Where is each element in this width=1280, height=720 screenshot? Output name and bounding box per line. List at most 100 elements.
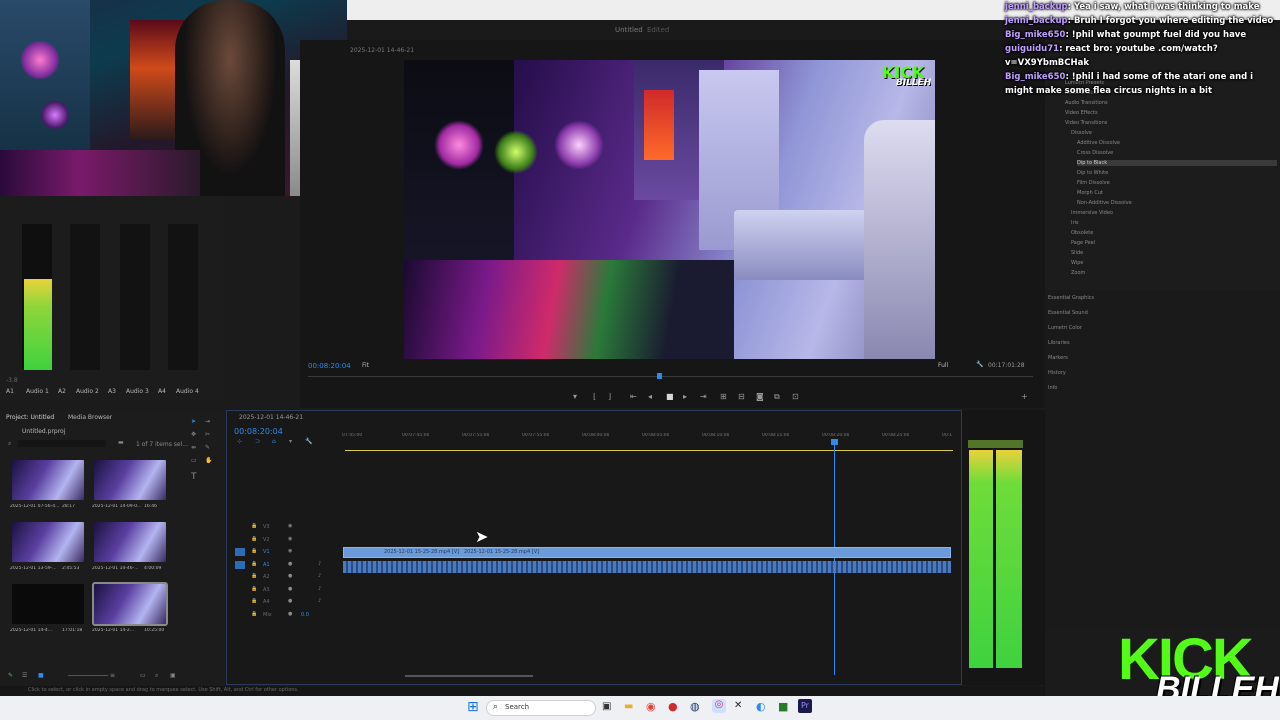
tab-project[interactable]: Project: Untitled — [6, 414, 54, 421]
panel-item[interactable]: Essential Graphics — [1048, 295, 1094, 301]
terminal-icon[interactable]: ✕ — [734, 700, 742, 711]
mute-icon[interactable]: ● — [288, 561, 292, 567]
mark-in-icon[interactable]: ⌊ — [593, 392, 596, 401]
effects-item[interactable]: Obsolete — [1071, 230, 1093, 236]
mic-icon[interactable]: ♪ — [318, 598, 321, 604]
effects-item[interactable]: Page Peel — [1071, 240, 1095, 246]
track-header[interactable]: 🔒 V3 ◉ — [233, 523, 343, 534]
list-view-icon[interactable]: ☰ — [22, 672, 27, 679]
timeline-marker-icon[interactable]: ▾ — [289, 438, 292, 445]
obs-icon[interactable]: ◎ — [712, 699, 726, 713]
insert-icon[interactable]: ⊞ — [720, 392, 727, 401]
edge-icon[interactable]: ◐ — [756, 700, 766, 713]
slip-tool-icon[interactable]: ⇹ — [191, 444, 196, 451]
effects-item[interactable]: Slide — [1071, 250, 1083, 256]
marker-icon[interactable]: ▾ — [573, 392, 577, 401]
search-icon[interactable]: ⌕ — [8, 440, 11, 448]
track-header[interactable]: 🔒 A2 ● ♪ — [233, 573, 343, 584]
compare-icon[interactable]: ⧉ — [774, 392, 780, 402]
effects-item[interactable]: Wipe — [1071, 260, 1083, 266]
program-timecode[interactable]: 00:08:20:04 — [308, 362, 351, 370]
overwrite-icon[interactable]: ⊟ — [738, 392, 745, 401]
new-bin-icon[interactable]: ▬ — [118, 439, 124, 446]
marker-add-icon[interactable]: ⌂ — [272, 438, 276, 445]
effects-item[interactable]: Audio Transitions — [1065, 100, 1108, 106]
track-header[interactable]: 🔒 V2 ◉ — [233, 536, 343, 547]
panel-item[interactable]: Essential Sound — [1048, 310, 1088, 316]
track-header[interactable]: 🔒 A4 ● ♪ — [233, 598, 343, 609]
lock-icon[interactable]: 🔒 — [251, 611, 257, 617]
stop-icon[interactable]: ■ — [666, 392, 674, 401]
effects-item[interactable]: Iris — [1071, 220, 1079, 226]
snap-icon[interactable]: ⊹ — [237, 438, 242, 445]
clip-thumbnail[interactable] — [94, 460, 166, 500]
eye-icon[interactable]: ◉ — [288, 548, 292, 554]
mute-icon[interactable]: ● — [288, 586, 292, 592]
type-tool-icon[interactable]: T — [191, 472, 197, 482]
timeline-timecode[interactable]: 00:08:20:04 — [234, 427, 283, 436]
razor-tool-icon[interactable]: ✂ — [205, 431, 210, 438]
lock-icon[interactable]: 🔒 — [251, 586, 257, 592]
effects-item[interactable]: Film Dissolve — [1077, 180, 1110, 186]
camera-icon[interactable]: ◙ — [756, 392, 764, 401]
lock-icon[interactable]: 🔒 — [251, 523, 257, 529]
timeline-tab[interactable]: 2025-12-01 14-46-21 — [239, 414, 303, 421]
panel-item[interactable]: Info — [1048, 385, 1057, 391]
go-to-in-icon[interactable]: ⇤ — [630, 392, 637, 401]
icon-view-icon[interactable]: ■ — [38, 672, 44, 679]
clip-thumbnail[interactable] — [12, 522, 84, 562]
fit-dropdown[interactable]: Fit — [362, 362, 369, 369]
playhead-marker[interactable] — [657, 373, 662, 379]
video-clip-v1[interactable]: 2025-12-01 15-25-28.mp4 [V] 2025-12-01 1… — [343, 547, 951, 558]
chrome-icon[interactable]: ◉ — [646, 700, 656, 713]
sort-icon[interactable]: ≡ — [110, 672, 115, 679]
effects-item[interactable]: Additive Dissolve — [1077, 140, 1120, 146]
track-header[interactable]: 🔒 A1 ● ♪ — [233, 560, 343, 572]
panel-item[interactable]: Markers — [1048, 355, 1068, 361]
clip-thumbnail[interactable] — [92, 582, 168, 626]
app-red-icon[interactable]: ● — [668, 700, 678, 713]
pencil-icon[interactable]: ✎ — [8, 672, 13, 679]
clip-thumbnail[interactable] — [12, 460, 84, 500]
find-icon[interactable]: ⌕ — [155, 672, 158, 680]
settings-wrench-icon[interactable]: 🔧 — [305, 438, 312, 445]
mute-icon[interactable]: ● — [288, 611, 292, 617]
taskbar-search[interactable]: ⌕ Search — [486, 700, 596, 716]
panel-item[interactable]: Libraries — [1048, 340, 1070, 346]
mic-icon[interactable]: ♪ — [318, 561, 321, 567]
source-patch[interactable] — [235, 560, 245, 569]
panel-item[interactable]: Lumetri Color — [1048, 325, 1082, 331]
rectangle-tool-icon[interactable]: ▭ — [191, 457, 197, 464]
source-patch[interactable] — [235, 548, 245, 556]
selection-tool-icon[interactable]: ➤ — [191, 418, 196, 425]
effects-item[interactable]: Cross Dissolve — [1077, 150, 1113, 156]
effects-item[interactable]: Dissolve — [1071, 130, 1092, 136]
wrench-icon[interactable]: 🔧 — [976, 361, 983, 368]
project-search-input[interactable] — [18, 440, 106, 447]
track-header[interactable]: 🔒 A3 ● ♪ — [233, 586, 343, 597]
effects-item[interactable]: Dip to White — [1077, 170, 1108, 176]
windows-start-icon[interactable]: ⊞ — [467, 699, 479, 715]
new-item-icon[interactable]: ▣ — [170, 672, 176, 679]
track-header[interactable]: 🔒 V1 ◉ — [233, 548, 343, 559]
panel-item[interactable]: History — [1048, 370, 1066, 376]
zoom-slider[interactable] — [68, 675, 108, 676]
mark-out-icon[interactable]: ⌋ — [608, 392, 611, 401]
vr-icon[interactable]: ⊡ — [792, 392, 799, 401]
file-explorer-icon[interactable]: ▬ — [624, 701, 633, 712]
eye-icon[interactable]: ◉ — [288, 523, 292, 529]
resolution-dropdown[interactable]: Full — [938, 362, 948, 369]
effects-item[interactable]: Immersive Video — [1071, 210, 1113, 216]
hand-tool-icon[interactable]: ✋ — [205, 457, 212, 464]
track-select-icon[interactable]: ⇥ — [205, 418, 210, 425]
effects-item[interactable]: Video Transitions — [1065, 120, 1107, 126]
go-to-out-icon[interactable]: ⇥ — [700, 392, 707, 401]
timeline-vertical-scroll[interactable] — [951, 451, 955, 669]
premiere-icon[interactable]: Pr — [798, 699, 812, 713]
eye-icon[interactable]: ◉ — [288, 536, 292, 542]
lock-icon[interactable]: 🔒 — [251, 548, 257, 554]
pen-tool-icon[interactable]: ✎ — [205, 444, 210, 451]
lock-icon[interactable]: 🔒 — [251, 598, 257, 604]
effects-item[interactable]: Dip to Black — [1077, 160, 1277, 166]
lock-icon[interactable]: 🔒 — [251, 536, 257, 542]
